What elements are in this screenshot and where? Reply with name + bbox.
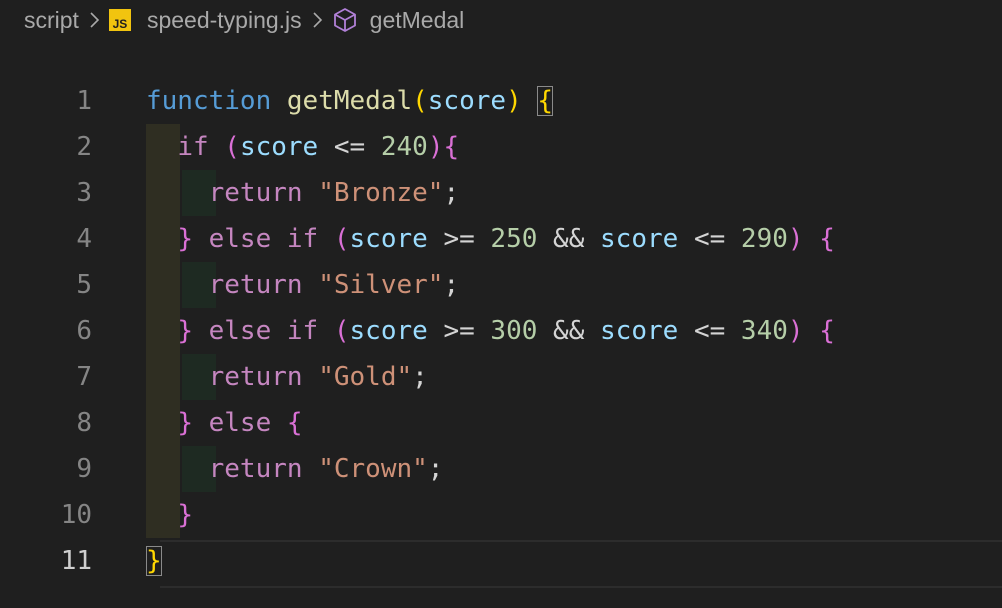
matched-bracket: } <box>146 546 162 576</box>
code-line: 10 } <box>0 492 1002 538</box>
code-text[interactable]: } else { <box>146 408 302 438</box>
line-number: 8 <box>76 408 92 438</box>
code-text[interactable]: return "Silver"; <box>146 270 459 300</box>
code-line: 4 } else if (score >= 250 && score <= 29… <box>0 216 1002 262</box>
line-number: 6 <box>76 316 92 346</box>
code-text[interactable]: } else if (score >= 250 && score <= 290)… <box>146 224 835 254</box>
chevron-right-icon <box>304 7 330 33</box>
breadcrumb-file-label: speed-typing.js <box>146 6 302 33</box>
code-line: 2 if (score <= 240){ <box>0 124 1002 170</box>
javascript-file-icon: JS <box>108 9 131 31</box>
code-text[interactable]: return "Bronze"; <box>146 178 459 208</box>
line-number: 10 <box>60 500 92 530</box>
breadcrumb-folder-label: script <box>24 6 79 33</box>
line-number: 1 <box>76 86 92 116</box>
matched-bracket: { <box>537 86 554 116</box>
code-text[interactable]: } <box>146 500 193 530</box>
line-number: 5 <box>76 270 92 300</box>
line-number: 7 <box>76 362 92 392</box>
code-text[interactable]: return "Gold"; <box>146 362 428 392</box>
code-line: 7 return "Gold"; <box>0 354 1002 400</box>
code-text[interactable]: return "Crown"; <box>146 454 444 484</box>
line-number: 2 <box>76 132 92 162</box>
line-number: 11 <box>60 546 92 576</box>
code-editor[interactable]: 1 function getMedal(score) { 2 if (score… <box>0 78 1002 584</box>
method-cube-icon <box>332 7 358 33</box>
code-line: 5 return "Silver"; <box>0 262 1002 308</box>
line-number: 9 <box>76 454 92 484</box>
breadcrumb-folder[interactable]: script <box>24 7 79 34</box>
code-line: 1 function getMedal(score) { <box>0 78 1002 124</box>
breadcrumb: script JS speed-typing.js getMedal <box>24 0 464 40</box>
code-line: 8 } else { <box>0 400 1002 446</box>
code-line: 3 return "Bronze"; <box>0 170 1002 216</box>
breadcrumb-symbol-label: getMedal <box>369 6 465 33</box>
line-number: 4 <box>76 224 92 254</box>
code-text[interactable]: } else if (score >= 300 && score <= 340)… <box>146 316 835 346</box>
code-text[interactable]: function getMedal(score) { <box>146 86 554 116</box>
code-text[interactable]: } <box>146 546 162 576</box>
code-line: 6 } else if (score >= 300 && score <= 34… <box>0 308 1002 354</box>
line-number: 3 <box>76 178 92 208</box>
chevron-right-icon <box>81 7 107 33</box>
code-line-current: 11 } <box>0 538 1002 584</box>
code-line: 9 return "Crown"; <box>0 446 1002 492</box>
breadcrumb-file[interactable]: JS speed-typing.js <box>108 6 302 34</box>
breadcrumb-symbol[interactable]: getMedal <box>332 6 465 34</box>
code-text[interactable]: if (score <= 240){ <box>146 132 459 162</box>
